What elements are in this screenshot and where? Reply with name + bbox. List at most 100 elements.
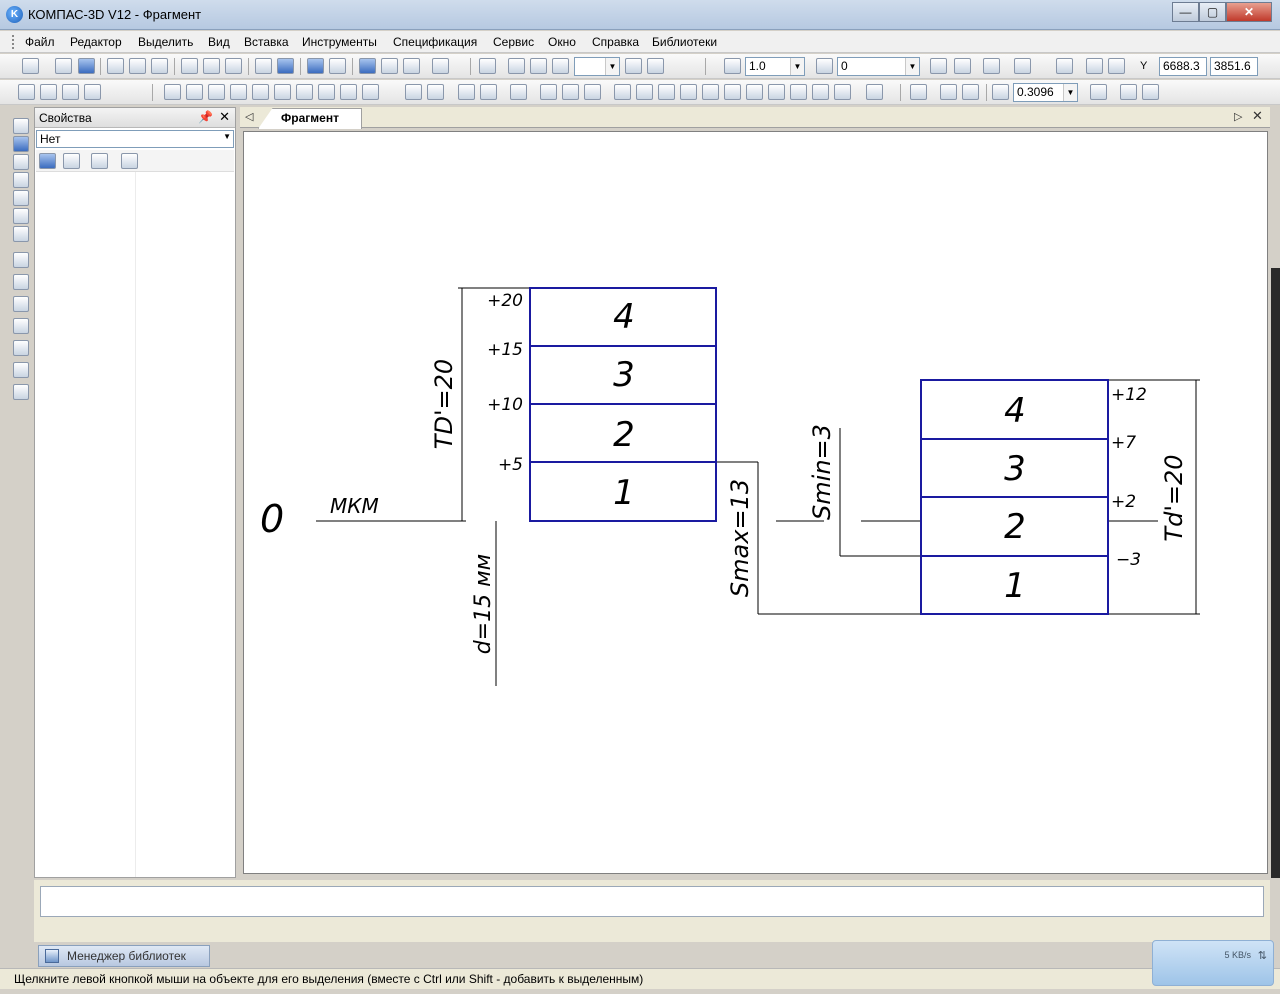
chamfer-icon[interactable] <box>614 84 631 100</box>
menu-editor[interactable]: Редактор <box>70 35 122 49</box>
cursor-icon[interactable] <box>1108 58 1125 74</box>
trim-icon[interactable] <box>562 84 579 100</box>
manager-icon[interactable] <box>359 58 376 74</box>
parametrization-icon[interactable] <box>13 190 29 206</box>
minimize-button[interactable]: — <box>1172 2 1199 22</box>
column-divider[interactable] <box>135 172 136 877</box>
library-manager-tab[interactable]: Менеджер библиотек <box>38 945 210 967</box>
menu-select[interactable]: Выделить <box>138 35 193 49</box>
export-icon[interactable] <box>151 58 168 74</box>
menu-libraries[interactable]: Библиотеки <box>652 35 717 49</box>
sort-az-icon[interactable] <box>63 153 80 169</box>
view-window-icon[interactable] <box>530 58 547 74</box>
menu-help[interactable]: Справка <box>592 35 639 49</box>
ortho-icon[interactable] <box>983 58 1000 74</box>
zoom-window-icon[interactable] <box>910 84 927 100</box>
lightning-icon[interactable] <box>13 252 29 268</box>
symbols-icon[interactable] <box>13 154 29 170</box>
style-combo[interactable]: ▼ <box>574 57 620 76</box>
rotate-icon[interactable] <box>427 84 444 100</box>
menu-file[interactable]: Файл <box>25 35 55 49</box>
properties-toggle-icon[interactable] <box>277 58 294 74</box>
close-icon[interactable]: ✕ <box>219 109 230 125</box>
drawing-canvas[interactable]: 0 МКМ 4 3 2 1 +20 +15 +10 +5 TD'=20 d=15… <box>243 131 1268 874</box>
number-icon[interactable] <box>647 58 664 74</box>
select-icon[interactable] <box>13 226 29 242</box>
menu-tools[interactable]: Инструменты <box>302 35 377 49</box>
print-preview-icon[interactable] <box>129 58 146 74</box>
print-icon[interactable] <box>107 58 124 74</box>
snap-tangent-icon[interactable] <box>274 84 291 100</box>
snap-intersect-icon[interactable] <box>252 84 269 100</box>
split-icon[interactable] <box>702 84 719 100</box>
dimensions-icon[interactable] <box>13 136 29 152</box>
pan-icon[interactable] <box>1090 84 1107 100</box>
chevron-down-icon[interactable]: ▼ <box>223 132 231 141</box>
linear-dimension-icon[interactable] <box>13 274 29 290</box>
refresh-icon[interactable] <box>866 84 883 100</box>
offset-icon[interactable] <box>658 84 675 100</box>
new-document-icon[interactable] <box>22 58 39 74</box>
snap-center-icon[interactable] <box>230 84 247 100</box>
scale-icon[interactable] <box>724 58 741 74</box>
local-snap-icon[interactable] <box>954 58 971 74</box>
tab-scroll-right-icon[interactable]: ▷ <box>1234 110 1242 123</box>
angular-dimension-icon[interactable] <box>13 340 29 356</box>
format-painter-icon[interactable] <box>255 58 272 74</box>
layer-icon[interactable] <box>816 58 833 74</box>
menu-window[interactable]: Окно <box>548 35 576 49</box>
redo-icon[interactable] <box>329 58 346 74</box>
explode-icon[interactable] <box>790 84 807 100</box>
command-field[interactable] <box>40 886 1264 917</box>
hatch-edit-icon[interactable] <box>768 84 785 100</box>
group-icon[interactable] <box>812 84 829 100</box>
zoom-combo[interactable]: 0.3096 ▼ <box>1013 83 1078 102</box>
array-icon[interactable] <box>746 84 763 100</box>
cut-icon[interactable] <box>181 58 198 74</box>
right-scrollbar[interactable] <box>1271 268 1280 878</box>
view-list-icon[interactable] <box>625 58 642 74</box>
line-style-icon[interactable] <box>18 84 35 100</box>
scale-tool-icon[interactable] <box>458 84 475 100</box>
paste-icon[interactable] <box>225 58 242 74</box>
layout-icon[interactable] <box>508 58 525 74</box>
library-house-icon[interactable] <box>91 153 108 169</box>
menu-view[interactable]: Вид <box>208 35 230 49</box>
close-document-icon[interactable]: ✕ <box>1252 108 1263 124</box>
move-icon[interactable] <box>405 84 422 100</box>
view-icon[interactable] <box>479 58 496 74</box>
chevron-down-icon[interactable]: ▼ <box>790 58 804 75</box>
measure-icon[interactable] <box>13 208 29 224</box>
tab-fragment[interactable]: Фрагмент <box>258 108 362 129</box>
save-icon[interactable] <box>78 58 95 74</box>
show-all-icon[interactable] <box>1120 84 1137 100</box>
scale-combo[interactable]: 1.0 ▼ <box>745 57 805 76</box>
arc-dimension-icon[interactable] <box>13 362 29 378</box>
break-icon[interactable] <box>680 84 697 100</box>
cursor-step-icon[interactable] <box>1086 58 1103 74</box>
undo-icon[interactable] <box>307 58 324 74</box>
line-type-icon[interactable] <box>62 84 79 100</box>
view-duplicate-icon[interactable] <box>552 58 569 74</box>
snap-grid-icon[interactable] <box>340 84 357 100</box>
mirror-icon[interactable] <box>480 84 497 100</box>
menu-service[interactable]: Сервис <box>493 35 534 49</box>
snap-normal-icon[interactable] <box>296 84 313 100</box>
macro-icon[interactable] <box>834 84 851 100</box>
snap-mid-icon[interactable] <box>208 84 225 100</box>
list-view-icon[interactable] <box>39 153 56 169</box>
snap-magnet-icon[interactable] <box>930 58 947 74</box>
function-icon[interactable] <box>403 58 420 74</box>
help-icon[interactable] <box>121 153 138 169</box>
snap-quadrant-icon[interactable] <box>318 84 335 100</box>
chevron-down-icon[interactable]: ▼ <box>605 58 619 75</box>
coord-x-field[interactable]: 6688.3 <box>1159 57 1207 76</box>
chevron-down-icon[interactable]: ▼ <box>1063 84 1077 101</box>
pin-icon[interactable]: 📌 <box>198 110 213 124</box>
diameter-dimension-icon[interactable] <box>13 296 29 312</box>
maximize-button[interactable]: ▢ <box>1199 2 1226 22</box>
open-folder-icon[interactable] <box>55 58 72 74</box>
height-dimension-icon[interactable] <box>13 384 29 400</box>
object-selector[interactable]: Нет ▼ <box>36 130 234 148</box>
snap-end-icon[interactable] <box>186 84 203 100</box>
